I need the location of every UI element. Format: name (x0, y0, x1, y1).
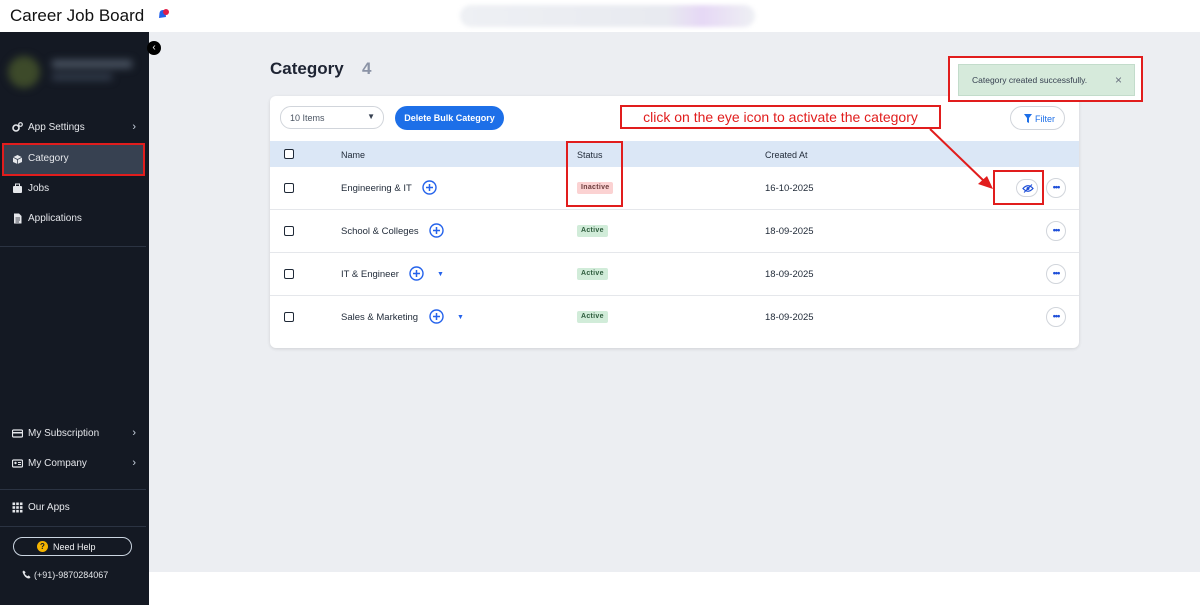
status-badge: Active (577, 268, 608, 280)
sidebar-item-label: Category (28, 153, 69, 164)
grid-icon (12, 502, 23, 513)
sidebar-item-label: Our Apps (28, 502, 70, 513)
sidebar-item-label: Jobs (28, 183, 50, 194)
sidebar-item-label: My Company (28, 458, 87, 469)
document-icon (14, 213, 22, 224)
expand-caret-icon[interactable]: ▼ (437, 271, 444, 278)
sidebar-item-applications[interactable]: Applications (0, 204, 149, 234)
filter-icon (1024, 114, 1032, 123)
row-checkbox[interactable] (284, 226, 294, 236)
footer (149, 572, 1200, 605)
need-help-button[interactable]: ? Need Help (13, 537, 132, 556)
sidebar-item-app-settings[interactable]: App Settings › (0, 113, 149, 143)
category-name: School & Colleges (341, 226, 419, 237)
row-checkbox[interactable] (284, 269, 294, 279)
more-icon: ••• (1052, 225, 1060, 235)
more-icon: ••• (1052, 268, 1060, 278)
more-icon: ••• (1052, 182, 1060, 192)
created-at: 18-09-2025 (765, 312, 814, 323)
chevron-right-icon: › (132, 457, 136, 469)
row-actions-button[interactable]: ••• (1046, 178, 1066, 198)
close-icon[interactable]: × (1115, 73, 1122, 87)
status-highlight (566, 141, 623, 207)
avatar (8, 56, 40, 88)
row-divider (270, 209, 1079, 210)
divider (0, 246, 146, 247)
table-header (270, 141, 1079, 167)
expand-caret-icon[interactable]: ▼ (457, 314, 464, 321)
question-icon: ? (37, 541, 48, 552)
sidebar-item-label: Applications (28, 213, 82, 224)
page-title: Category (270, 59, 344, 78)
sidebar-item-my-company[interactable]: My Company › (0, 449, 149, 479)
sidebar: App Settings › Category Jobs Application… (0, 32, 149, 605)
add-subcategory-icon[interactable] (429, 223, 444, 238)
created-at: 18-09-2025 (765, 226, 814, 237)
sidebar-item-jobs[interactable]: Jobs (0, 174, 149, 204)
company-profile[interactable] (8, 52, 138, 92)
category-name: Engineering & IT (341, 183, 412, 194)
divider (0, 489, 146, 490)
filter-button[interactable]: Filter (1010, 106, 1065, 130)
add-subcategory-icon[interactable] (429, 309, 444, 324)
category-name: IT & Engineer (341, 269, 399, 280)
box-icon (12, 155, 23, 164)
row-checkbox[interactable] (284, 312, 294, 322)
created-at: 18-09-2025 (765, 269, 814, 280)
row-actions-button[interactable]: ••• (1046, 221, 1066, 241)
created-at: 16-10-2025 (765, 183, 814, 194)
sidebar-item-label: App Settings (28, 122, 85, 133)
row-divider (270, 252, 1079, 253)
notification-bell-icon[interactable] (157, 9, 169, 21)
sidebar-item-category[interactable]: Category (2, 143, 145, 176)
annotation-label: click on the eye icon to activate the ca… (620, 105, 941, 129)
toast-message: Category created successfully. (972, 75, 1088, 85)
add-subcategory-icon[interactable] (409, 266, 424, 281)
row-checkbox[interactable] (284, 183, 294, 193)
app-title: Career Job Board (10, 6, 145, 25)
announcement-banner (460, 5, 755, 27)
phone-icon (22, 570, 31, 579)
row-divider (270, 295, 1079, 296)
select-all-checkbox[interactable] (284, 149, 294, 159)
chevron-right-icon: › (132, 427, 136, 439)
add-subcategory-icon[interactable] (422, 180, 437, 195)
top-bar: Career Job Board (0, 0, 1200, 32)
collapse-sidebar-button[interactable]: ‹ (147, 41, 161, 55)
briefcase-icon (13, 183, 22, 193)
support-phone[interactable]: (+91)-9870284067 (22, 570, 108, 580)
category-count: 4 (362, 59, 372, 78)
row-actions-button[interactable]: ••• (1046, 307, 1066, 327)
gears-icon (12, 122, 23, 132)
credit-card-icon (12, 429, 23, 438)
eye-icon-highlight (993, 170, 1044, 205)
divider (0, 526, 146, 527)
success-toast: Category created successfully. × (958, 64, 1135, 96)
caret-down-icon: ▼ (367, 112, 375, 121)
sidebar-item-label: My Subscription (28, 428, 100, 439)
column-header-created-at: Created At (765, 150, 808, 160)
category-name: Sales & Marketing (341, 312, 419, 323)
status-badge: Active (577, 311, 608, 323)
sidebar-item-my-subscription[interactable]: My Subscription › (0, 419, 149, 449)
delete-bulk-category-button[interactable]: Delete Bulk Category (395, 106, 504, 130)
items-per-page-select[interactable]: 10 Items ▼ (280, 106, 384, 129)
more-icon: ••• (1052, 311, 1060, 321)
sidebar-item-our-apps[interactable]: Our Apps (0, 493, 149, 523)
chevron-right-icon: › (132, 121, 136, 133)
id-card-icon (12, 459, 23, 468)
status-badge: Active (577, 225, 608, 237)
column-header-name: Name (341, 150, 366, 160)
category-table-card (270, 96, 1079, 348)
row-actions-button[interactable]: ••• (1046, 264, 1066, 284)
